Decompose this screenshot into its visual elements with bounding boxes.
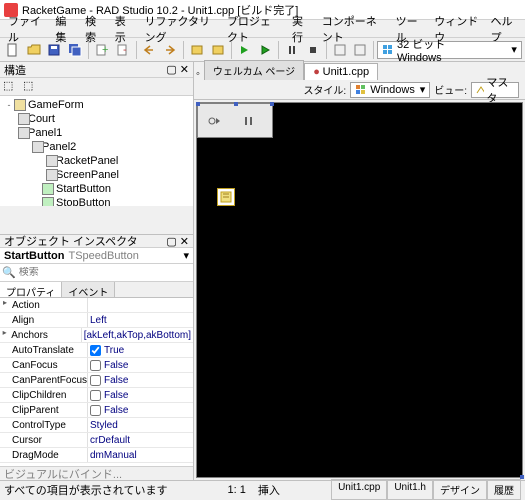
status-message: すべての項目が表示されています: [4, 482, 167, 498]
separator: [183, 41, 184, 59]
separator: [136, 41, 137, 59]
tree-node-GameForm[interactable]: -GameForm: [2, 98, 191, 112]
save-all-button[interactable]: [65, 40, 85, 60]
status-bar: すべての項目が表示されています 1: 1 挿入 Unit1.cppUnit1.h…: [0, 480, 525, 498]
tree-node-StopButton[interactable]: StopButton: [2, 196, 191, 206]
separator: [326, 41, 327, 59]
prop-CanParentFocus[interactable]: CanParentFocus False: [0, 373, 193, 388]
prop-ClipParent[interactable]: ClipParent False: [0, 403, 193, 418]
stop-button[interactable]: [238, 112, 260, 130]
remove-file-button[interactable]: -: [113, 40, 133, 60]
inspector-title: オブジェクト インスペクタ: [4, 233, 138, 249]
prop-Align[interactable]: AlignLeft: [0, 313, 193, 328]
tab-events[interactable]: イベント: [62, 282, 115, 297]
inspector-footer: ビジュアルにバインド...: [0, 466, 193, 480]
separator: [373, 41, 374, 59]
prop-Action[interactable]: ▸Action: [0, 298, 193, 313]
main-toolbar: + - 32 ビット Windows ▾: [0, 38, 525, 62]
prop-AutoTranslate[interactable]: AutoTranslate True: [0, 343, 193, 358]
tree-node-Panel2[interactable]: -Panel2: [2, 140, 191, 154]
prop-CanFocus[interactable]: CanFocus False: [0, 358, 193, 373]
prop-Anchors[interactable]: ▸Anchors[akLeft,akTop,akBottom]: [0, 328, 193, 343]
bottom-tab-Unit1.h[interactable]: Unit1.h: [387, 479, 433, 500]
style-row: スタイル: Windows▾ ビュー: マスタ: [194, 80, 525, 100]
bottom-tab-デザイン[interactable]: デザイン: [433, 479, 487, 500]
tab-unit1[interactable]: ● Unit1.cpp: [304, 63, 378, 80]
separator: [278, 41, 279, 59]
tab-properties[interactable]: プロパティ: [0, 282, 62, 297]
platform-select[interactable]: 32 ビット Windows ▾: [377, 41, 522, 59]
document-tabs: ◦ ウェルカム ページ ● Unit1.cpp: [194, 62, 525, 80]
panel1[interactable]: [197, 103, 273, 138]
platform-label: 32 ビット Windows: [397, 36, 491, 64]
tree-node-ScreenPanel[interactable]: ScreenPanel: [2, 168, 191, 182]
inspector-object: StartButton: [4, 250, 65, 262]
property-grid[interactable]: ▸ActionAlignLeft▸Anchors[akLeft,akTop,ak…: [0, 298, 193, 466]
step-button[interactable]: [330, 40, 350, 60]
inspector-tabs: プロパティ イベント: [0, 282, 193, 298]
tree-node-RacketPanel[interactable]: RacketPanel: [2, 154, 191, 168]
folder2-button[interactable]: [208, 40, 228, 60]
step2-button[interactable]: [350, 40, 370, 60]
prop-DragMode[interactable]: DragModedmManual: [0, 448, 193, 463]
struct-btn1[interactable]: ⬚: [3, 79, 19, 95]
structure-title: 構造: [4, 62, 26, 78]
folder-button[interactable]: [187, 40, 207, 60]
style-label: スタイル:: [303, 82, 346, 97]
pause-button[interactable]: [282, 40, 302, 60]
inspector-footer-text: ビジュアルにバインド...: [4, 466, 122, 482]
new-button[interactable]: [3, 40, 23, 60]
style-select[interactable]: Windows▾: [350, 82, 430, 98]
undo-button[interactable]: [140, 40, 160, 60]
svg-text:+: +: [102, 44, 108, 56]
tab-welcome[interactable]: ウェルカム ページ: [204, 60, 304, 80]
separator: [231, 41, 232, 59]
separator: [88, 41, 89, 59]
svg-text:-: -: [123, 44, 127, 56]
tree-node-Panel1[interactable]: -Panel1: [2, 126, 191, 140]
view-select[interactable]: マスタ: [471, 82, 519, 98]
tree-node-Court[interactable]: Court: [2, 112, 191, 126]
status-pos: 1: 1: [227, 484, 245, 496]
run-button[interactable]: [235, 40, 255, 60]
stop-button[interactable]: [303, 40, 323, 60]
start-button[interactable]: [204, 112, 226, 130]
structure-tree[interactable]: -GameFormCourt-Panel1-Panel2RacketPanelS…: [0, 96, 193, 206]
status-mode: 挿入: [258, 482, 280, 498]
prop-ControlType[interactable]: ControlTypeStyled: [0, 418, 193, 433]
tree-node-StartButton[interactable]: StartButton: [2, 182, 191, 196]
structure-header: 構造 ▢ ✕: [0, 62, 193, 78]
prop-Cursor[interactable]: CursorcrDefault: [0, 433, 193, 448]
stylebook-component[interactable]: [217, 188, 235, 206]
add-file-button[interactable]: +: [92, 40, 112, 60]
form-designer[interactable]: [196, 102, 523, 478]
inspector-header: オブジェクト インスペクタ ▢ ✕: [0, 234, 193, 248]
open-button[interactable]: [24, 40, 44, 60]
prop-ClipChildren[interactable]: ClipChildren False: [0, 388, 193, 403]
bottom-tabs: Unit1.cppUnit1.hデザイン履歴: [331, 479, 521, 500]
run-nobdebug-button[interactable]: [255, 40, 275, 60]
inspector-object-select[interactable]: StartButton TSpeedButton ▾: [0, 248, 193, 264]
view-label: ビュー:: [434, 82, 467, 97]
inspector-search: 🔍: [0, 264, 193, 282]
struct-btn2[interactable]: ⬚: [23, 79, 39, 95]
redo-button[interactable]: [160, 40, 180, 60]
structure-toolbar: ⬚ ⬚: [0, 78, 193, 96]
inspector-class: TSpeedButton: [69, 250, 139, 262]
bottom-tab-履歴[interactable]: 履歴: [487, 479, 521, 500]
bottom-tab-Unit1.cpp[interactable]: Unit1.cpp: [331, 479, 387, 500]
save-button[interactable]: [45, 40, 65, 60]
inspector-search-input[interactable]: [19, 267, 191, 278]
